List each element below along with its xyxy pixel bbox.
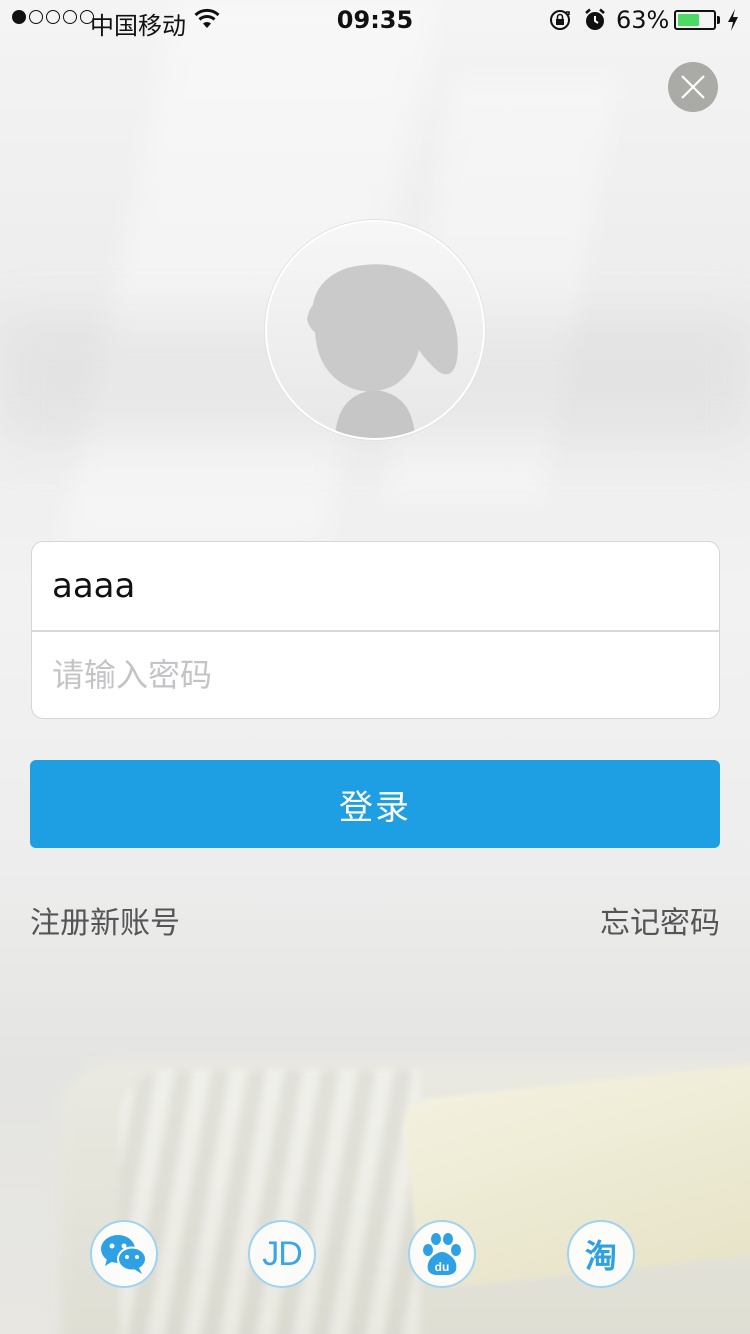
avatar: [265, 220, 485, 440]
battery-icon: [674, 10, 716, 30]
status-bar: 中国移动 09:35 63%: [0, 0, 750, 40]
register-link[interactable]: 注册新账号: [30, 898, 180, 942]
wechat-icon: [101, 1235, 147, 1274]
username-input[interactable]: [32, 542, 719, 630]
baidu-paw-icon: du: [423, 1233, 461, 1276]
login-form: [31, 541, 720, 719]
battery-fill: [678, 14, 700, 26]
forgot-password-link[interactable]: 忘记密码: [600, 898, 720, 942]
battery-nub: [717, 16, 720, 24]
login-button[interactable]: 登录: [30, 760, 720, 848]
background-couch: [60, 1060, 750, 1334]
default-avatar-icon: [267, 222, 483, 438]
close-button[interactable]: [668, 62, 718, 112]
jd-logo: JD: [262, 1234, 303, 1273]
password-input[interactable]: [32, 631, 719, 718]
battery-percent: 63%: [616, 6, 670, 34]
background-couch-stripes: [120, 1070, 420, 1334]
svg-text:du: du: [435, 1260, 450, 1274]
wechat-login-button[interactable]: [90, 1220, 158, 1288]
login-screen: 中国移动 09:35 63% aaaa 登录 注册新账号 忘记密码 JD du …: [0, 0, 750, 1334]
rotation-lock-icon: [548, 8, 572, 38]
jd-login-button[interactable]: JD: [248, 1220, 316, 1288]
alarm-icon: [584, 8, 606, 38]
close-icon: [681, 75, 705, 99]
taobao-logo: 淘: [584, 1237, 617, 1275]
taobao-login-button[interactable]: 淘: [567, 1220, 635, 1288]
baidu-login-button[interactable]: du: [408, 1220, 476, 1288]
charging-bolt-icon: [726, 8, 740, 38]
